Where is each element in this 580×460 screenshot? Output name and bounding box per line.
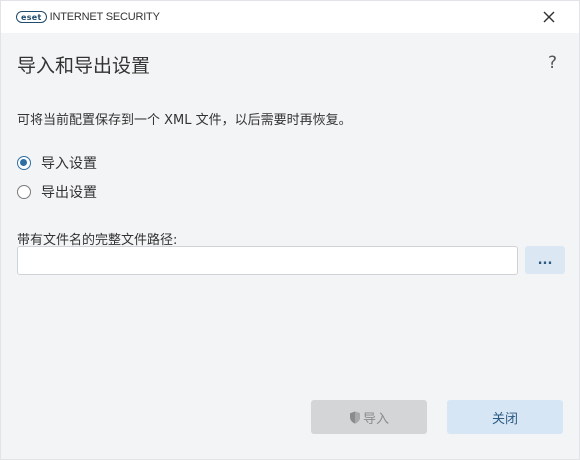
page-title: 导入和导出设置 [17, 55, 151, 77]
logo-badge: eset [16, 11, 47, 23]
browse-button[interactable]: ... [525, 246, 565, 274]
import-button[interactable]: 导入 [311, 400, 427, 434]
radio-export-label: 导出设置 [41, 185, 97, 201]
close-button[interactable]: 关闭 [447, 400, 563, 434]
file-path-input[interactable] [17, 246, 518, 275]
close-icon[interactable] [541, 9, 557, 25]
radio-import-label: 导入设置 [41, 156, 97, 172]
radio-import-settings[interactable]: 导入设置 [17, 153, 97, 173]
help-icon[interactable]: ? [548, 53, 557, 73]
title-bar: eset INTERNET SECURITY [1, 1, 579, 33]
shield-icon [349, 411, 360, 423]
import-button-label: 导入 [362, 411, 389, 427]
product-name: INTERNET SECURITY [49, 11, 160, 23]
dialog-window: eset INTERNET SECURITY 导入和导出设置 ? 可将当前配置保… [0, 0, 580, 460]
eset-logo: eset INTERNET SECURITY [16, 11, 160, 23]
radio-button-unchecked[interactable] [17, 185, 31, 199]
description-text: 可将当前配置保存到一个 XML 文件，以后需要时再恢复。 [17, 113, 352, 128]
close-button-label: 关闭 [491, 411, 518, 427]
radio-export-settings[interactable]: 导出设置 [17, 182, 97, 202]
radio-button-checked[interactable] [17, 156, 31, 170]
